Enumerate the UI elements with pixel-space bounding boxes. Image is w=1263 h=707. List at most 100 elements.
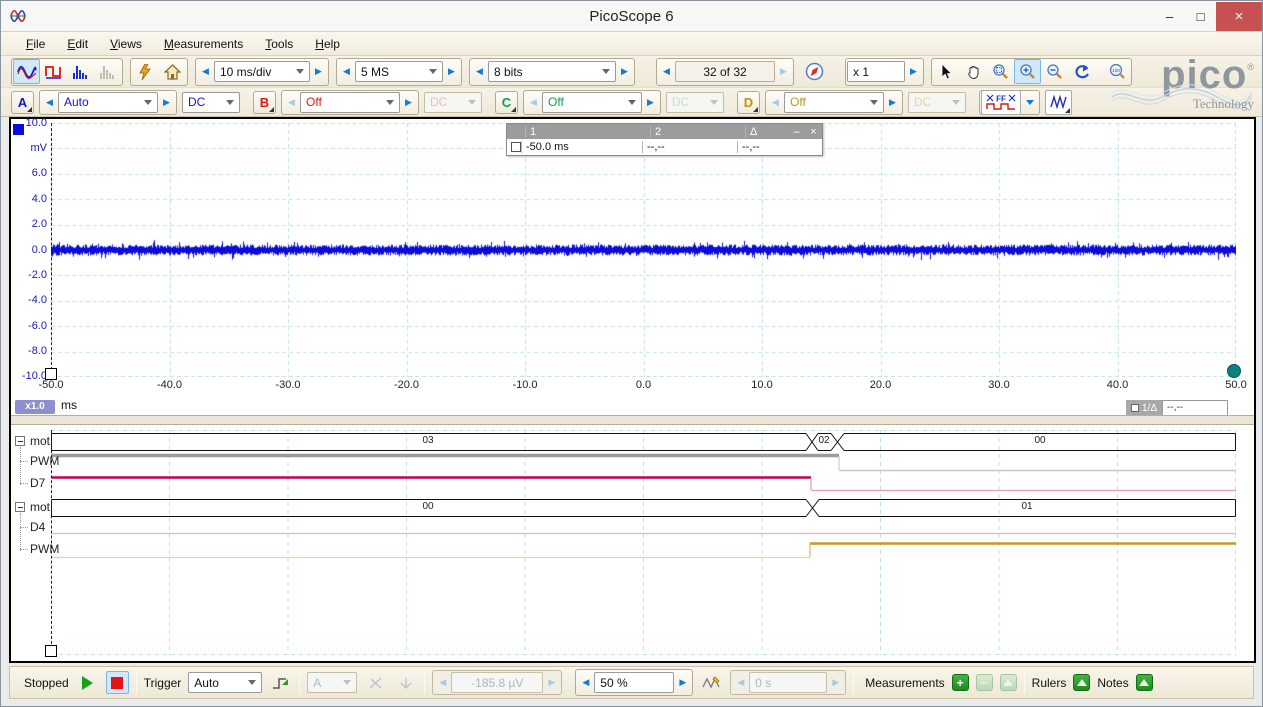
samples-next-button[interactable]: ▶ (443, 60, 460, 83)
channel-a-range-next-button[interactable]: ▶ (158, 91, 175, 114)
digital-signal-label[interactable]: D4 (30, 520, 45, 535)
channel-b-range-prev-button[interactable]: ◀ (283, 91, 300, 114)
channel-a-coupling-select[interactable]: DC (182, 92, 240, 113)
group-collapse-toggle[interactable] (15, 502, 25, 512)
holdoff-group: ◀ 0 s ▶ (730, 670, 846, 695)
scope-panel: 10.0 mV 6.0 4.0 2.0 0.0 -2.0 -4.0 -6.0 -… (9, 117, 1256, 663)
channel-c-options-button[interactable]: C (495, 91, 518, 114)
menu-views[interactable]: Views (99, 34, 153, 54)
start-button[interactable] (76, 671, 99, 694)
ruler-overlay[interactable]: 1 2 Δ – × -50.0 ms --,-- --,-- (506, 123, 823, 156)
resolution-next-button[interactable]: ▶ (616, 60, 633, 83)
pre-trigger-increase-button[interactable]: ▶ (674, 671, 691, 694)
channel-d-options-button[interactable]: D (737, 91, 760, 114)
channel-a-range-prev-button[interactable]: ◀ (41, 91, 58, 114)
timebase-value: 10 ms/div (220, 65, 292, 79)
normal-selection-button[interactable] (933, 59, 960, 84)
digital-inputs-dropdown-button[interactable] (1021, 91, 1038, 114)
channel-c-range-prev-button[interactable]: ◀ (525, 91, 542, 114)
waveform-options-button[interactable] (1045, 90, 1072, 115)
separator (1024, 672, 1025, 694)
persistence-mode-button[interactable] (40, 59, 67, 84)
pre-trigger-group: ◀ 50 % ▶ (575, 669, 693, 696)
group-collapse-toggle[interactable] (15, 436, 25, 446)
channel-d-range-value: Off (790, 95, 866, 109)
timebase-prev-button[interactable]: ◀ (197, 60, 214, 83)
pre-trigger-field[interactable]: 50 % (594, 672, 674, 693)
undo-zoom-button[interactable] (1068, 59, 1095, 84)
minimize-button[interactable]: – (1154, 2, 1185, 31)
channel-b-range-select[interactable]: Off (300, 92, 400, 113)
chevron-down-icon (870, 100, 878, 105)
view-splitter[interactable] (11, 415, 1254, 425)
channel-d-range-select[interactable]: Off (784, 92, 884, 113)
marquee-zoom-button[interactable] (987, 59, 1014, 84)
menu-measurements[interactable]: Measurements (153, 34, 254, 54)
home-button[interactable] (159, 59, 186, 84)
spectrum-mode-button[interactable] (67, 59, 94, 84)
add-measurement-button[interactable]: + (952, 674, 969, 691)
channel-a-range-select[interactable]: Auto (58, 92, 158, 113)
hand-icon (966, 64, 982, 80)
trigger-level-group: ◀ -185.8 µV ▶ (432, 670, 562, 695)
digital-group-label[interactable]: mot (30, 500, 50, 515)
channel-d-range-next-button[interactable]: ▶ (884, 91, 901, 114)
digital-inputs-group: FF (979, 90, 1040, 115)
samples-prev-button[interactable]: ◀ (338, 60, 355, 83)
trigger-mode-select[interactable]: Auto (188, 672, 262, 693)
menu-edit[interactable]: Edit (56, 34, 99, 54)
timebase-select[interactable]: 10 ms/div (214, 61, 310, 82)
buffer-next-button[interactable]: ▶ (775, 60, 792, 83)
digital-signal-label[interactable]: D7 (30, 476, 45, 491)
axis-zoom-badge[interactable]: x1.0 (15, 400, 55, 414)
holdoff-value: 0 s (755, 676, 821, 690)
time-ruler-handle[interactable] (45, 645, 57, 657)
buffer-navigator-button[interactable] (801, 59, 828, 84)
trigger-marker[interactable] (1227, 364, 1241, 378)
ruler-checkbox[interactable] (511, 142, 521, 152)
resolution-select[interactable]: 8 bits (488, 61, 616, 82)
channel-c-range-select[interactable]: Off (542, 92, 642, 113)
channel-b-range-next-button[interactable]: ▶ (400, 91, 417, 114)
timebase-next-button[interactable]: ▶ (310, 60, 327, 83)
digital-group-label[interactable]: mot (30, 434, 50, 449)
digital-signal-label[interactable]: PWM (30, 454, 59, 469)
scope-plot[interactable] (51, 123, 1236, 377)
ruler-overlay-header: 1 2 Δ – × (507, 124, 822, 139)
zoom-out-button[interactable] (1041, 59, 1068, 84)
channel-c-range-next-button[interactable]: ▶ (642, 91, 659, 114)
samples-select[interactable]: 5 MS (355, 61, 443, 82)
resolution-prev-button[interactable]: ◀ (471, 60, 488, 83)
menu-file[interactable]: File (15, 34, 56, 54)
channel-b-options-button[interactable]: B (253, 91, 276, 114)
channel-d-range-prev-button[interactable]: ◀ (767, 91, 784, 114)
inverse-delta-checkbox[interactable] (1131, 404, 1139, 412)
overlay-close-button[interactable]: × (805, 126, 822, 138)
channel-a-options-button[interactable]: A (11, 91, 34, 114)
undo-arrow-icon (1074, 64, 1090, 79)
notes-panel-button[interactable] (1136, 674, 1153, 691)
scope-mode-button[interactable] (13, 59, 40, 84)
menu-tools[interactable]: Tools (254, 34, 304, 54)
close-button[interactable]: × (1216, 2, 1262, 31)
menu-help[interactable]: Help (304, 34, 351, 54)
zoom-factor-next-button[interactable]: ▶ (905, 60, 922, 83)
overlay-minimize-button[interactable]: – (788, 126, 805, 138)
auto-setup-button[interactable] (132, 59, 159, 84)
buffer-prev-button[interactable]: ◀ (658, 60, 675, 83)
view-mode-group (11, 58, 123, 86)
advanced-trigger-button[interactable] (269, 671, 292, 694)
digital-inputs-button[interactable]: FF (981, 90, 1021, 115)
buffer-position-field[interactable]: 32 of 32 (675, 61, 775, 82)
logo-registered-mark: ® (1247, 62, 1254, 72)
maximize-button[interactable]: □ (1185, 2, 1216, 31)
rulers-panel-button[interactable] (1073, 674, 1090, 691)
stop-button[interactable] (106, 671, 129, 694)
hand-tool-button[interactable] (960, 59, 987, 84)
zoom-in-button[interactable] (1014, 59, 1041, 84)
digital-signal-label[interactable]: PWM (30, 542, 59, 557)
zoom-factor-field[interactable]: x 1 (847, 61, 905, 82)
waveform-edit-button[interactable] (700, 671, 723, 694)
samples-value: 5 MS (361, 65, 425, 79)
pre-trigger-decrease-button[interactable]: ◀ (577, 671, 594, 694)
